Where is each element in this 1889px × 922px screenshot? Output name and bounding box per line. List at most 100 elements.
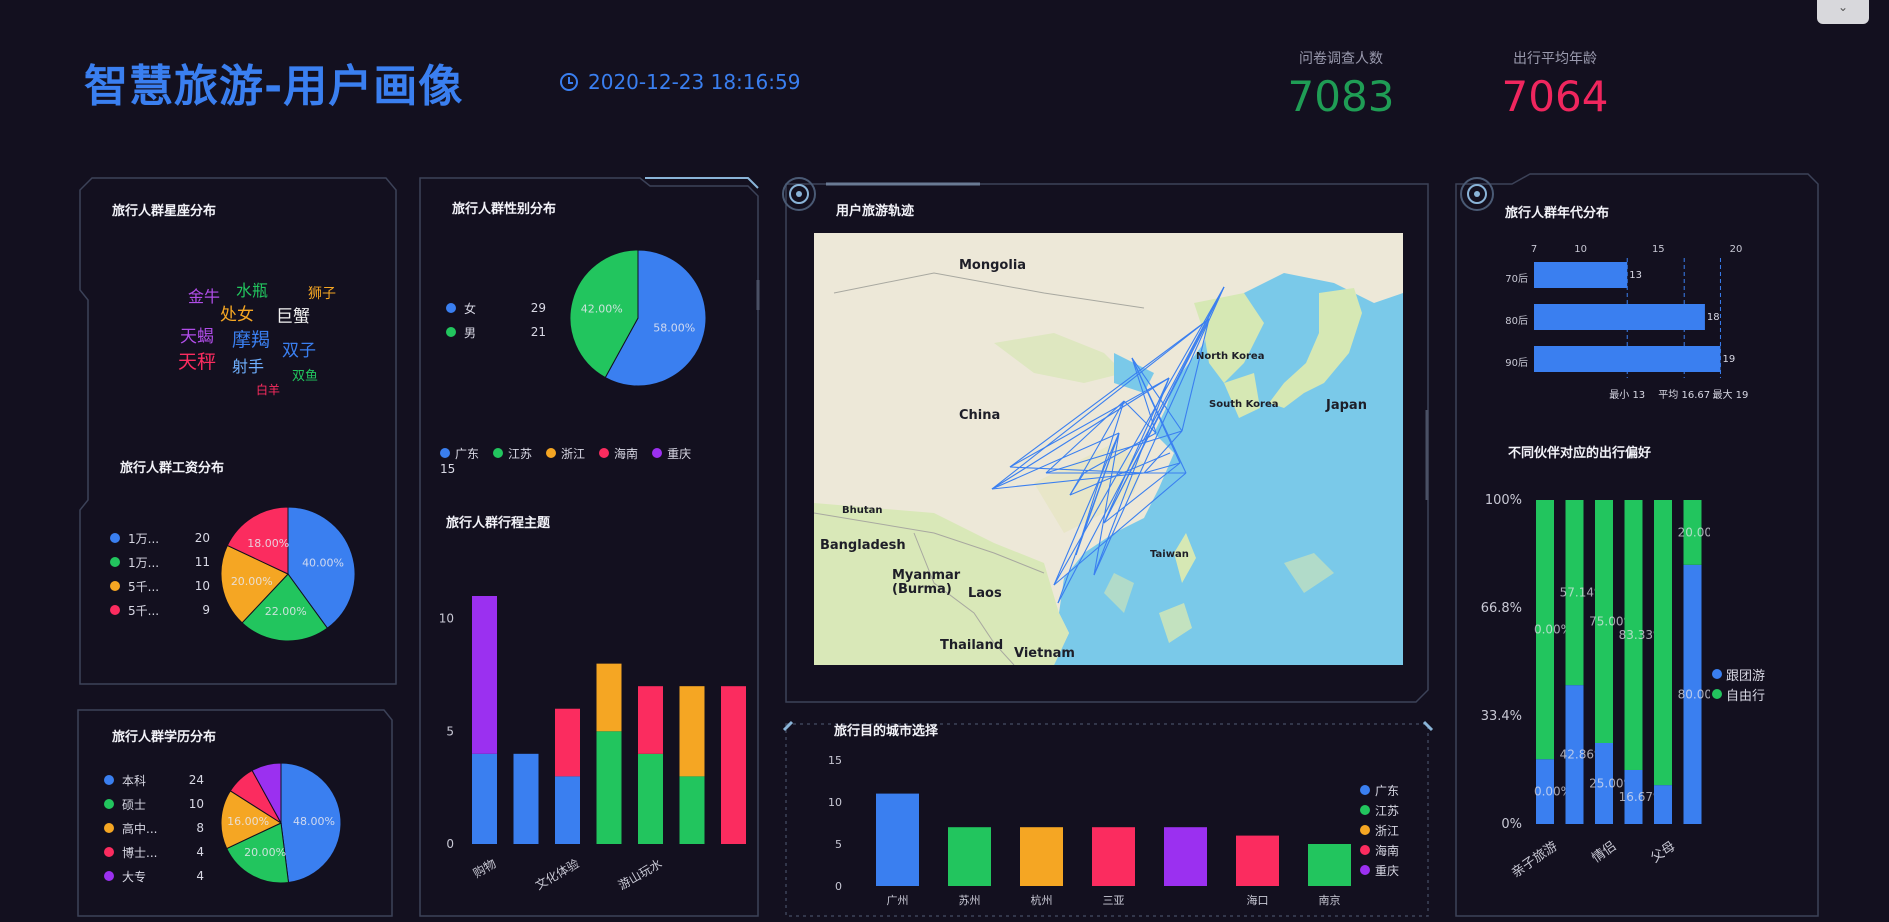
bar[interactable] bbox=[1020, 827, 1063, 886]
legend-dot-icon bbox=[446, 303, 456, 313]
legend-item[interactable]: 海南 bbox=[599, 444, 638, 462]
bar[interactable] bbox=[1236, 835, 1279, 886]
bar-segment-label: 80.00% bbox=[1678, 687, 1710, 701]
map-place-label: Japan bbox=[1325, 398, 1367, 413]
zodiac-word: 射手 bbox=[232, 357, 264, 376]
legend-label: 广东 bbox=[1375, 783, 1400, 798]
zodiac-word: 双鱼 bbox=[292, 368, 318, 384]
bar[interactable] bbox=[1534, 346, 1721, 372]
legend-item[interactable]: 5千... 10 bbox=[110, 574, 210, 598]
legend-item[interactable]: 江苏 bbox=[1360, 800, 1399, 820]
panel-title-generation: 旅行人群年代分布 bbox=[1505, 206, 1610, 221]
bar-segment[interactable] bbox=[513, 753, 539, 844]
zodiac-word: 水瓶 bbox=[236, 281, 268, 300]
legend-item[interactable]: 大专 4 bbox=[104, 864, 204, 888]
legend-item[interactable]: 海南 bbox=[1360, 840, 1399, 860]
x-tick-label: 广州 bbox=[887, 894, 909, 907]
panel-title-map: 用户旅游轨迹 bbox=[836, 204, 915, 219]
bar-segment[interactable] bbox=[679, 776, 705, 844]
legend-item[interactable]: 1万... 11 bbox=[110, 550, 210, 574]
legend-label: 5千... bbox=[128, 603, 160, 618]
legend-dot-icon bbox=[104, 871, 114, 881]
legend-label: 海南 bbox=[1375, 843, 1400, 858]
legend-dot-icon bbox=[110, 581, 120, 591]
bar-segment[interactable] bbox=[1654, 785, 1672, 824]
bar[interactable] bbox=[1092, 827, 1135, 886]
bar-segment[interactable] bbox=[1654, 500, 1672, 786]
legend-item[interactable]: 跟团游 bbox=[1712, 664, 1765, 684]
bar-segment[interactable] bbox=[721, 686, 746, 844]
legend-dot-icon bbox=[493, 448, 504, 458]
legend-value: 10 bbox=[194, 579, 210, 593]
legend-item[interactable]: 广东 bbox=[440, 444, 479, 462]
travel-track-map[interactable]: Mongolia China North Korea South Korea Japan… bbox=[814, 233, 1403, 665]
bar-segment[interactable] bbox=[472, 753, 497, 844]
map-place-label: Thailand bbox=[940, 638, 1003, 653]
x-tick-label: 三亚 bbox=[1103, 894, 1125, 907]
legend-item[interactable]: 重庆 bbox=[1360, 860, 1399, 880]
bar-segment[interactable] bbox=[555, 708, 580, 777]
bar-segment[interactable] bbox=[472, 596, 497, 754]
legend-item[interactable]: 自由行 bbox=[1712, 684, 1765, 704]
panel-title-trip-theme: 旅行人群行程主题 bbox=[446, 516, 551, 531]
pie-slice-label: 48.00% bbox=[293, 815, 335, 828]
pie-slice-label: 16.00% bbox=[227, 815, 269, 828]
legend-item[interactable]: 1万... 20 bbox=[110, 526, 210, 550]
legend-item[interactable]: 浙江 bbox=[546, 444, 585, 462]
bar[interactable] bbox=[948, 827, 991, 886]
legend-dot-icon bbox=[104, 799, 114, 809]
bar-segment[interactable] bbox=[638, 686, 663, 754]
legend-label: 高中... bbox=[122, 821, 158, 836]
map-place-label: Laos bbox=[968, 586, 1002, 601]
legend-item[interactable]: 男 21 bbox=[446, 320, 546, 344]
legend-item[interactable]: 女 29 bbox=[446, 296, 546, 320]
legend-value: 9 bbox=[202, 603, 210, 617]
legend-item[interactable]: 重庆 bbox=[652, 444, 691, 462]
legend-dot-icon bbox=[1360, 805, 1370, 815]
legend-dot-icon bbox=[652, 448, 663, 458]
legend-value: 8 bbox=[196, 821, 204, 835]
x-tick-label: 购物 bbox=[470, 856, 498, 881]
y-tick-label: 70后 bbox=[1505, 273, 1528, 285]
legend-item[interactable]: 5千... 9 bbox=[110, 598, 210, 622]
bar-segment[interactable] bbox=[679, 686, 705, 777]
x-tick-label: 亲子旅游 bbox=[1509, 839, 1560, 881]
legend-item[interactable]: 博士... 4 bbox=[104, 840, 204, 864]
trip-theme-legend-extra: 15 bbox=[440, 462, 456, 476]
legend-dot-icon bbox=[440, 448, 450, 458]
legend-dot-icon bbox=[1360, 865, 1370, 875]
legend-dot-icon bbox=[1712, 689, 1722, 699]
pie-slice-label: 40.00% bbox=[302, 557, 344, 570]
legend-item[interactable]: 高中... 8 bbox=[104, 816, 204, 840]
legend-item[interactable]: 浙江 bbox=[1360, 820, 1399, 840]
legend-item[interactable]: 硕士 10 bbox=[104, 792, 204, 816]
map-place-label: Myanmar (Burma) bbox=[892, 568, 961, 597]
pie-slice-label: 20.00% bbox=[231, 575, 273, 588]
legend-dot-icon bbox=[104, 775, 114, 785]
bar[interactable] bbox=[1164, 827, 1207, 886]
bar-segment[interactable] bbox=[638, 753, 663, 844]
bar-segment[interactable] bbox=[555, 776, 580, 844]
legend-item[interactable]: 江苏 bbox=[493, 444, 532, 462]
legend-label: 5千... bbox=[128, 579, 160, 594]
summary-label: 平均 16.67 bbox=[1658, 389, 1710, 401]
trip-theme-bar-chart: 0 5 10 购物 文化体验 游山玩水 bbox=[439, 596, 746, 893]
legend-item[interactable]: 广东 bbox=[1360, 780, 1399, 800]
panel-title-education: 旅行人群学历分布 bbox=[112, 730, 217, 745]
legend-dot-icon bbox=[110, 533, 120, 543]
y-tick-label: 100% bbox=[1485, 493, 1522, 508]
legend-label: 本科 bbox=[122, 773, 147, 788]
pie-slice-label: 42.00% bbox=[581, 303, 623, 316]
bar[interactable] bbox=[1534, 304, 1705, 330]
bar[interactable] bbox=[1534, 262, 1628, 288]
bar[interactable] bbox=[876, 793, 919, 886]
gender-legend: 女 29 男 21 bbox=[446, 296, 546, 344]
legend-label: 1万... bbox=[128, 555, 160, 570]
legend-value: 4 bbox=[196, 869, 204, 883]
legend-value: 24 bbox=[188, 773, 204, 787]
bar-segment[interactable] bbox=[596, 663, 622, 732]
bar[interactable] bbox=[1308, 844, 1351, 886]
legend-item[interactable]: 本科 24 bbox=[104, 768, 204, 792]
x-tick-label: 杭州 bbox=[1031, 893, 1053, 907]
bar-segment[interactable] bbox=[596, 731, 622, 844]
